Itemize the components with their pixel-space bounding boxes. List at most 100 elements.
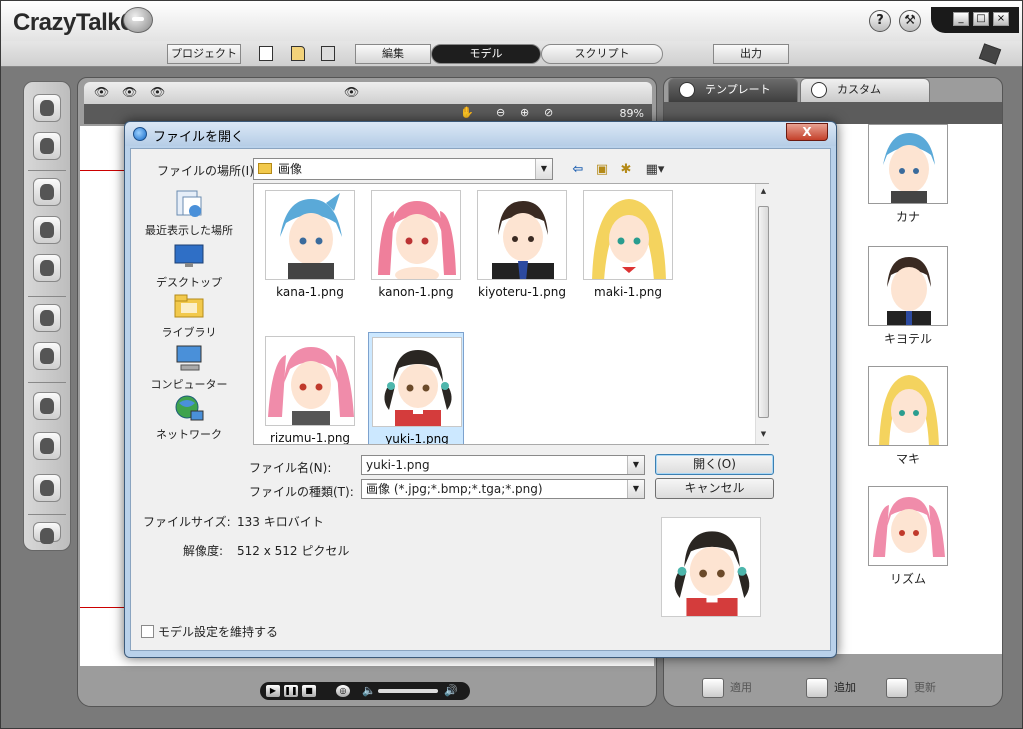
place-network[interactable]: ネットワーク bbox=[139, 393, 239, 442]
template-thumb-kana[interactable] bbox=[868, 124, 948, 204]
add-label: 追加 bbox=[834, 681, 856, 694]
close-window-button[interactable]: × bbox=[993, 12, 1009, 26]
image-preview bbox=[661, 517, 761, 617]
record-icon[interactable]: ◎ bbox=[336, 685, 350, 697]
filesize-value: 133 キロバイト bbox=[237, 515, 324, 529]
open-file-dialog: ファイルを開く X ファイルの場所(I): 画像 ▼ ⇦ ▣ ✱ ▦▾ 最近表示… bbox=[124, 121, 837, 658]
chevron-down-icon[interactable]: ▼ bbox=[627, 456, 644, 474]
tab-custom[interactable]: カスタム bbox=[800, 78, 930, 102]
dialog-app-icon bbox=[133, 127, 147, 141]
lookin-combo[interactable]: 画像 ▼ bbox=[253, 158, 553, 180]
file-item-maki[interactable]: maki-1.png bbox=[580, 186, 676, 304]
speaker-high-icon: 🔊 bbox=[444, 684, 458, 697]
new-folder-icon[interactable]: ✱ bbox=[617, 162, 635, 178]
background-icon[interactable] bbox=[33, 342, 61, 370]
scroll-down-icon[interactable]: ▼ bbox=[759, 430, 768, 438]
file-name: kiyoteru-1.png bbox=[478, 285, 566, 299]
file-list-scrollbar[interactable]: ▲ ▼ bbox=[755, 184, 770, 444]
filetype-value: 画像 (*.jpg;*.bmp;*.tga;*.png) bbox=[366, 482, 543, 496]
menu-bar: プロジェクト 編集 モデル スクリプト 出力 bbox=[1, 41, 1022, 67]
file-name: kanon-1.png bbox=[378, 285, 454, 299]
dialog-close-button[interactable]: X bbox=[786, 123, 828, 141]
place-recent[interactable]: 最近表示した場所 bbox=[139, 189, 239, 238]
template-thumb-kiyoteru[interactable] bbox=[868, 246, 948, 326]
head-setting-icon[interactable] bbox=[33, 474, 61, 502]
chevron-down-icon[interactable]: ▼ bbox=[627, 480, 644, 498]
back-icon[interactable]: ⇦ bbox=[569, 162, 587, 178]
tab-template[interactable]: テンプレート bbox=[668, 78, 798, 102]
view-menu-icon[interactable]: ▦▾ bbox=[641, 162, 669, 178]
update-icon bbox=[886, 678, 908, 698]
template-label-kana: カナ bbox=[895, 210, 920, 224]
wrench-icon[interactable]: ⚒ bbox=[899, 10, 921, 32]
menu-script[interactable]: スクリプト bbox=[541, 44, 663, 64]
volume-slider[interactable] bbox=[378, 689, 438, 693]
template-thumb-rizumu[interactable] bbox=[868, 486, 948, 566]
update-button[interactable]: 更新 bbox=[886, 678, 936, 698]
up-folder-icon[interactable]: ▣ bbox=[593, 162, 611, 178]
file-item-kiyoteru[interactable]: kiyoteru-1.png bbox=[474, 186, 570, 304]
play-button[interactable]: ▶ bbox=[266, 685, 280, 697]
add-button[interactable]: 追加 bbox=[806, 678, 856, 698]
menu-output[interactable]: 出力 bbox=[713, 44, 789, 64]
update-label: 更新 bbox=[914, 681, 936, 694]
desktop-icon bbox=[174, 244, 204, 267]
scrollbar-thumb[interactable] bbox=[758, 206, 769, 418]
stop-button[interactable]: ■ bbox=[302, 685, 316, 697]
image-adjust-icon[interactable] bbox=[33, 178, 61, 206]
file-list: kana-1.png kanon-1.png kiyoteru-1.png ma… bbox=[253, 183, 769, 445]
filetype-select[interactable]: 画像 (*.jpg;*.bmp;*.tga;*.png) ▼ bbox=[361, 479, 645, 499]
place-network-label: ネットワーク bbox=[156, 428, 222, 441]
maximize-button[interactable]: □ bbox=[973, 12, 989, 26]
file-thumb bbox=[265, 190, 355, 280]
help-button[interactable]: ? bbox=[869, 10, 891, 32]
zoom-out-icon[interactable]: ⊖ bbox=[496, 106, 505, 119]
mask-edit-icon[interactable] bbox=[33, 304, 61, 332]
toolbar-divider bbox=[28, 170, 66, 171]
scroll-up-icon[interactable]: ▲ bbox=[759, 187, 768, 195]
filename-input[interactable]: yuki-1.png ▼ bbox=[361, 455, 645, 475]
eye-view-icon[interactable]: 👁 bbox=[94, 85, 109, 99]
no-zoom-icon[interactable]: ⊘ bbox=[544, 106, 553, 119]
add-icon bbox=[806, 678, 828, 698]
place-library[interactable]: ライブラリ bbox=[139, 291, 239, 340]
place-desktop[interactable]: デスクトップ bbox=[139, 241, 239, 290]
eye-view-2-icon[interactable]: 👁 bbox=[122, 85, 137, 99]
apply-button[interactable]: 適用 bbox=[702, 678, 752, 698]
image-import-icon[interactable] bbox=[33, 94, 61, 122]
new-file-icon[interactable] bbox=[259, 46, 273, 61]
menu-project[interactable]: プロジェクト bbox=[167, 44, 241, 64]
file-item-yuki[interactable]: yuki-1.png bbox=[368, 332, 464, 444]
place-computer[interactable]: コンピューター bbox=[139, 343, 239, 392]
keep-model-setting[interactable]: モデル設定を維持する bbox=[141, 623, 278, 640]
mouth-setting-icon[interactable] bbox=[33, 432, 61, 460]
cancel-button[interactable]: キャンセル bbox=[655, 478, 774, 499]
filesize-label: ファイルサイズ: bbox=[143, 515, 231, 529]
menu-edit[interactable]: 編集 bbox=[355, 44, 431, 64]
chevron-down-icon[interactable]: ▼ bbox=[535, 159, 552, 179]
eye-setting-icon[interactable] bbox=[33, 392, 61, 420]
network-icon bbox=[175, 395, 204, 421]
open-button[interactable]: 開く(O) bbox=[655, 454, 774, 475]
preview-eyes-icon[interactable]: 👁 bbox=[344, 85, 359, 99]
face-orientation-icon[interactable] bbox=[33, 254, 61, 282]
template-thumb-maki[interactable] bbox=[868, 366, 948, 446]
file-item-rizumu[interactable]: rizumu-1.png bbox=[262, 332, 358, 444]
place-library-label: ライブラリ bbox=[161, 326, 217, 339]
webcam-icon[interactable] bbox=[33, 132, 61, 160]
pause-button[interactable]: ❚❚ bbox=[284, 685, 298, 697]
save-icon[interactable] bbox=[321, 46, 335, 61]
minimize-button[interactable]: _ bbox=[953, 12, 969, 26]
file-item-kana[interactable]: kana-1.png bbox=[262, 186, 358, 304]
eye-view-3-icon[interactable]: 👁 bbox=[150, 85, 165, 99]
hand-icon[interactable]: ✋ bbox=[460, 106, 474, 119]
open-folder-icon[interactable] bbox=[291, 46, 305, 61]
undo-redo-icon[interactable] bbox=[33, 522, 61, 544]
left-toolbar bbox=[23, 81, 71, 551]
dice-icon[interactable] bbox=[978, 43, 1002, 65]
menu-model[interactable]: モデル bbox=[431, 44, 541, 64]
keep-model-checkbox[interactable] bbox=[141, 625, 154, 638]
face-fitting-icon[interactable] bbox=[33, 216, 61, 244]
file-item-kanon[interactable]: kanon-1.png bbox=[368, 186, 464, 304]
zoom-in-icon[interactable]: ⊕ bbox=[520, 106, 529, 119]
